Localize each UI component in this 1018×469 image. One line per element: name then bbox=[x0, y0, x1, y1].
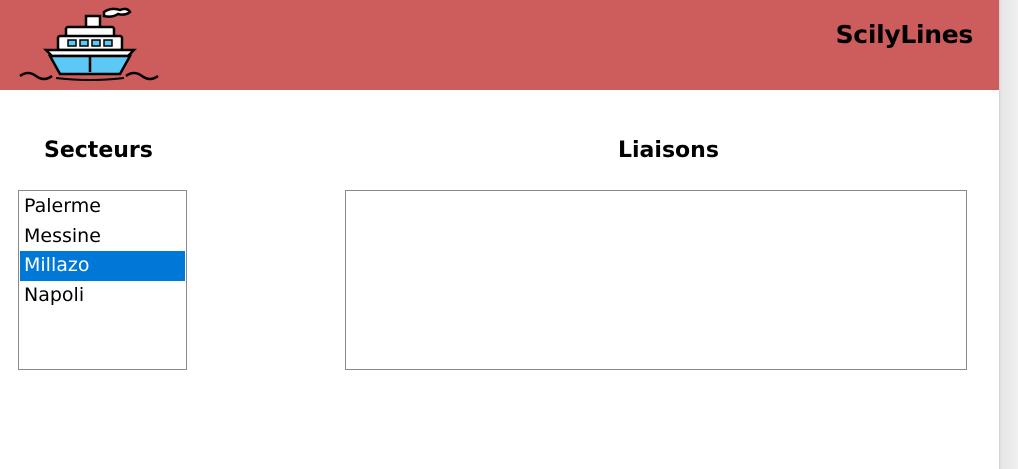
window-edge bbox=[999, 0, 1018, 469]
sector-item-millazo[interactable]: Millazo bbox=[20, 251, 185, 281]
links-heading: Liaisons bbox=[618, 138, 719, 163]
sector-item-messine[interactable]: Messine bbox=[20, 222, 185, 252]
links-listbox[interactable] bbox=[345, 190, 967, 370]
sectors-listbox[interactable]: Palerme Messine Millazo Napoli bbox=[18, 190, 187, 370]
sector-item-napoli[interactable]: Napoli bbox=[20, 281, 185, 311]
sector-item-palerme[interactable]: Palerme bbox=[20, 192, 185, 222]
ship-icon bbox=[19, 7, 159, 81]
sectors-heading: Secteurs bbox=[44, 138, 153, 163]
app-window: ScilyLines Secteurs Liaisons Palerme Mes… bbox=[0, 0, 999, 469]
app-title: ScilyLines bbox=[835, 20, 974, 49]
header-bar: ScilyLines bbox=[0, 0, 999, 90]
